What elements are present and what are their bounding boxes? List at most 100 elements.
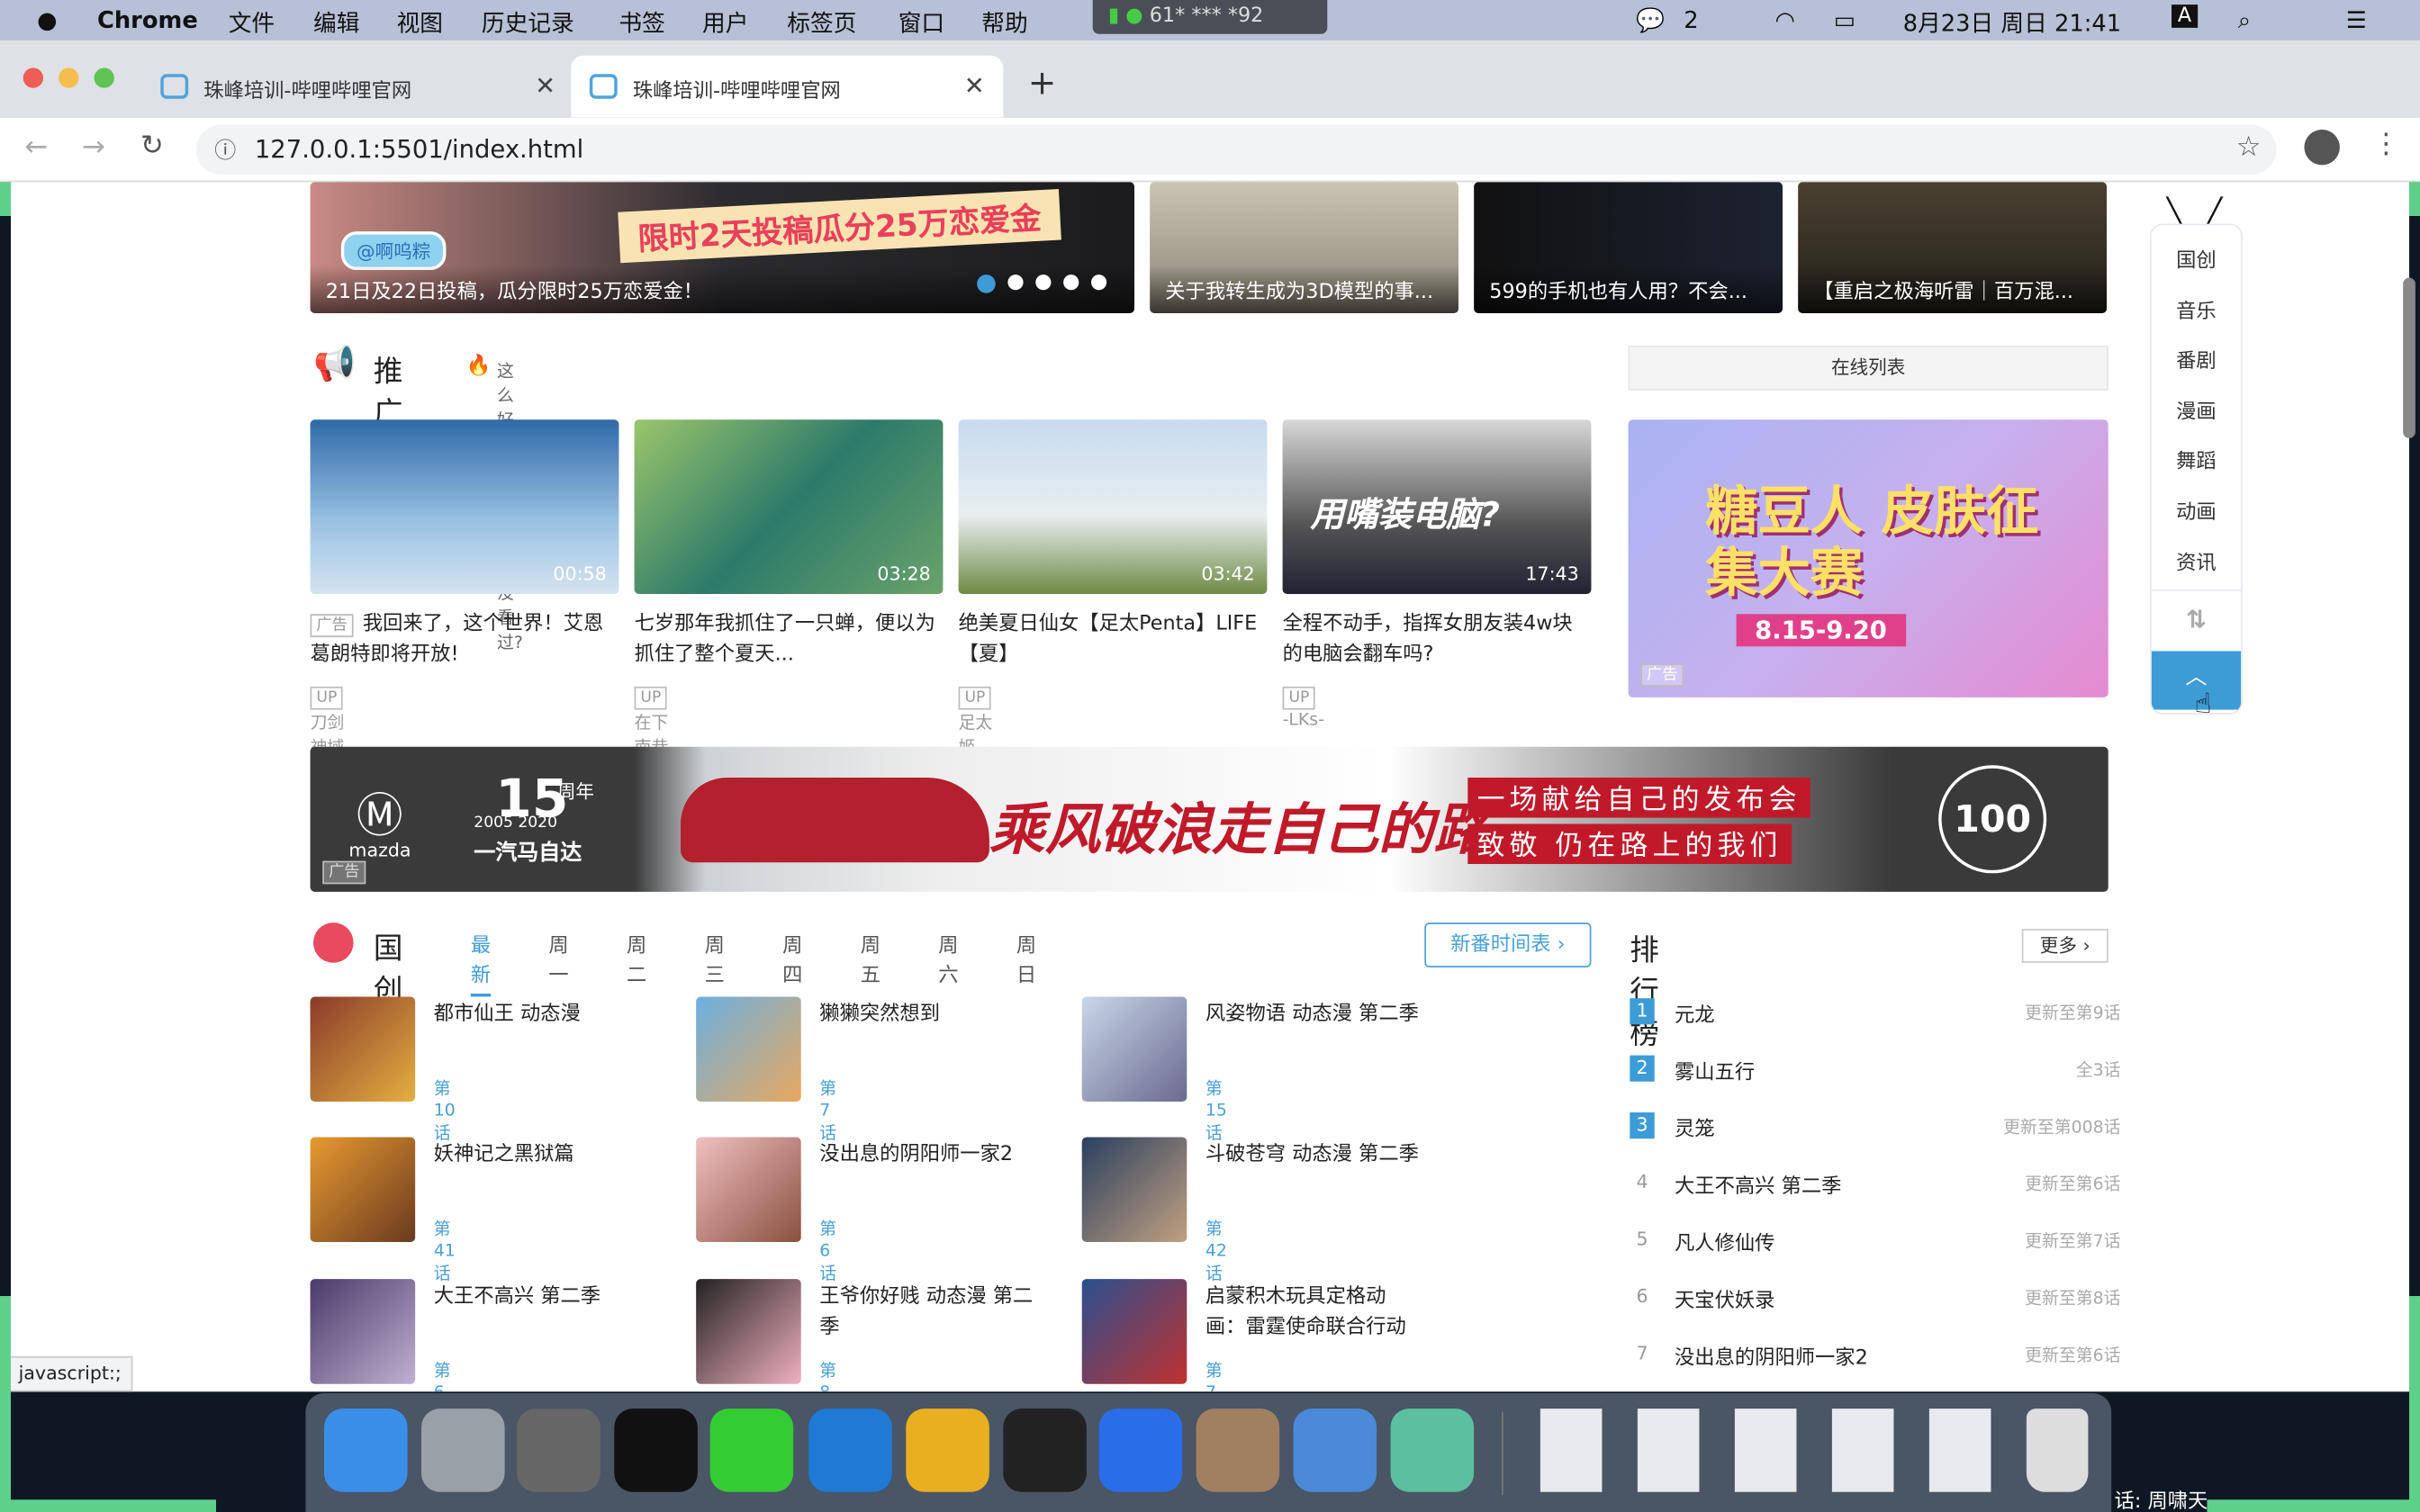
banner-card[interactable]: 关于我转生成为3D模型的事... bbox=[1150, 182, 1459, 314]
anime-cover[interactable] bbox=[310, 1279, 416, 1384]
guochuang-tab[interactable]: 周五 bbox=[861, 929, 880, 987]
video-title[interactable]: 绝美夏日仙女【足太Penta】LIFE【夏】 bbox=[959, 609, 1260, 671]
preview-icon[interactable] bbox=[1196, 1408, 1280, 1492]
document-thumbnail-icon[interactable] bbox=[1928, 1408, 1991, 1492]
video-thumbnail[interactable]: 00:58 bbox=[310, 419, 619, 595]
menu-bookmarks[interactable]: 书签 bbox=[619, 6, 664, 39]
online-list-button[interactable]: 在线列表 bbox=[1628, 346, 2108, 391]
anime-episode[interactable]: 第10话 bbox=[434, 1076, 456, 1145]
ranking-row[interactable]: 6 天宝伏妖录 更新至第8话 bbox=[1630, 1283, 2120, 1314]
anime-episode[interactable]: 第7话 bbox=[819, 1076, 836, 1145]
anime-title[interactable]: 大王不高兴 第二季 bbox=[434, 1282, 650, 1313]
chrome-icon[interactable] bbox=[906, 1408, 989, 1492]
guochuang-tab[interactable]: 周六 bbox=[938, 929, 958, 987]
side-ad-banner[interactable]: 糖豆人 皮肤征集大赛 8.15-9.20 广告 bbox=[1628, 419, 2108, 698]
sidenav-item[interactable]: 动画 bbox=[2152, 489, 2241, 539]
wechat-icon[interactable] bbox=[709, 1408, 794, 1492]
anime-episode[interactable]: 第8话 bbox=[819, 1358, 836, 1391]
video-title[interactable]: 七岁那年我抓住了一只蝉，便以为抓住了整个夏天... bbox=[635, 609, 935, 671]
finder-icon[interactable] bbox=[324, 1408, 408, 1492]
ev-recorder-icon[interactable] bbox=[1390, 1408, 1475, 1492]
anime-title[interactable]: 獭獭突然想到 bbox=[819, 1000, 1035, 1030]
sidenav-item[interactable]: 国创 bbox=[2152, 238, 2241, 288]
video-title[interactable]: 广告 我回来了，这个世界！艾恩葛朗特即将开放! bbox=[310, 609, 611, 671]
anime-episode[interactable]: 第42话 bbox=[1205, 1216, 1227, 1285]
document-thumbnail-icon[interactable] bbox=[1734, 1408, 1797, 1492]
profile-avatar-icon[interactable] bbox=[2304, 130, 2340, 166]
system-preferences-icon[interactable] bbox=[517, 1408, 600, 1492]
anime-cover[interactable] bbox=[310, 1137, 416, 1243]
rank-title[interactable]: 灵笼 bbox=[1675, 1112, 1715, 1142]
apple-icon[interactable]: ● bbox=[37, 6, 57, 34]
input-method[interactable]: A bbox=[2172, 4, 2199, 28]
menu-file[interactable]: 文件 bbox=[229, 6, 275, 39]
video-thumbnail[interactable]: 03:42 bbox=[958, 419, 1268, 595]
page-scrollbar-thumb[interactable] bbox=[2403, 277, 2415, 438]
document-thumbnail-icon[interactable] bbox=[1540, 1408, 1603, 1492]
clock[interactable]: 8月23日 周日 21:41 bbox=[1903, 6, 2121, 39]
video-title[interactable]: 全程不动手，指挥女朋友装4w块的电脑会翻车吗? bbox=[1283, 609, 1584, 671]
video-uploader[interactable]: UP-LKs- bbox=[1282, 686, 1325, 730]
close-tab-icon[interactable]: ✕ bbox=[535, 71, 555, 101]
sidenav-item[interactable]: 舞蹈 bbox=[2152, 439, 2241, 490]
menu-people[interactable]: 用户 bbox=[702, 6, 748, 39]
vscode-icon[interactable] bbox=[808, 1408, 892, 1492]
anime-title[interactable]: 妖神记之黑狱篇 bbox=[434, 1140, 650, 1171]
sidenav-item[interactable]: 音乐 bbox=[2152, 288, 2241, 338]
banner-card[interactable]: 599的手机也有人用？不会... bbox=[1474, 182, 1783, 314]
maximize-window-button[interactable] bbox=[94, 68, 114, 88]
reload-icon[interactable]: ↻ bbox=[140, 130, 164, 162]
ranking-row[interactable]: 1 元龙 更新至第9话 bbox=[1630, 998, 2120, 1029]
anime-episode[interactable]: 第6话 bbox=[434, 1358, 451, 1391]
document-thumbnail-icon[interactable] bbox=[1637, 1408, 1700, 1492]
ranking-row[interactable]: 7 没出息的阴阳师一家2 更新至第6话 bbox=[1630, 1341, 2120, 1372]
sidenav-item[interactable]: 漫画 bbox=[2152, 389, 2241, 439]
minimize-window-button[interactable] bbox=[59, 68, 79, 88]
carousel-dot[interactable] bbox=[1091, 274, 1107, 291]
anime-cover[interactable] bbox=[696, 996, 801, 1102]
guochuang-tab[interactable]: 周日 bbox=[1016, 929, 1036, 987]
launchpad-icon[interactable] bbox=[421, 1408, 505, 1492]
anime-episode[interactable]: 第15话 bbox=[1205, 1076, 1227, 1145]
rank-title[interactable]: 雾山五行 bbox=[1675, 1056, 1755, 1084]
guochuang-tab[interactable]: 周一 bbox=[548, 929, 568, 987]
rank-title[interactable]: 没出息的阴阳师一家2 bbox=[1675, 1341, 1868, 1371]
palette-icon[interactable] bbox=[1293, 1408, 1377, 1492]
qq-icon[interactable] bbox=[614, 1408, 698, 1492]
rank-title[interactable]: 元龙 bbox=[1675, 998, 1715, 1028]
sidenav-item[interactable]: 番剧 bbox=[2152, 338, 2241, 389]
battery-icon[interactable]: ▭ bbox=[1834, 6, 1856, 34]
new-tab-button[interactable]: + bbox=[1028, 65, 1057, 104]
guochuang-tab[interactable]: 周二 bbox=[627, 929, 646, 987]
anime-title[interactable]: 斗破苍穹 动态漫 第二季 bbox=[1205, 1140, 1422, 1171]
carousel-dot[interactable] bbox=[1035, 274, 1052, 291]
spotlight-icon[interactable]: ⌕ bbox=[2238, 6, 2251, 34]
wifi-icon[interactable]: ◠ bbox=[1774, 6, 1794, 34]
anime-cover[interactable] bbox=[696, 1279, 801, 1384]
anime-episode[interactable]: 第6话 bbox=[819, 1216, 836, 1285]
close-tab-icon[interactable]: ✕ bbox=[964, 71, 985, 101]
info-icon[interactable]: ⓘ bbox=[214, 134, 236, 165]
anime-episode[interactable]: 第41话 bbox=[434, 1216, 456, 1285]
menu-tab[interactable]: 标签页 bbox=[787, 6, 856, 39]
menu-view[interactable]: 视图 bbox=[397, 6, 443, 39]
ranking-row[interactable]: 5 凡人修仙传 更新至第7话 bbox=[1630, 1227, 2120, 1257]
video-thumbnail[interactable]: 用嘴装电脑? 17:43 bbox=[1282, 419, 1592, 595]
sort-arrows-icon[interactable]: ⇅ bbox=[2151, 590, 2242, 652]
main-banner[interactable]: 限时2天投稿瓜分25万恋爱金 @啊呜粽 21日及22日投稿，瓜分限时25万恋爱金… bbox=[310, 182, 1135, 314]
ranking-more-button[interactable]: 更多 › bbox=[2021, 929, 2108, 963]
browser-tab-active[interactable]: 珠峰培训-哔哩哔哩官网 ✕ bbox=[571, 55, 1004, 118]
back-icon[interactable]: ← bbox=[24, 131, 48, 164]
carousel-dot[interactable] bbox=[1063, 274, 1079, 291]
anime-title[interactable]: 都市仙王 动态漫 bbox=[434, 1000, 650, 1030]
anime-title[interactable]: 没出息的阴阳师一家2 bbox=[819, 1140, 1035, 1171]
ranking-row[interactable]: 3 灵笼 更新至第008话 bbox=[1630, 1112, 2120, 1143]
schedule-button[interactable]: 新番时间表 › bbox=[1424, 922, 1592, 968]
browser-tab[interactable]: 珠峰培训-哔哩哔哩官网 ✕ bbox=[142, 56, 574, 118]
mazda-ad-banner[interactable]: Ⓜ mazda 15 周年 2005 2020 一汽马自达 乘风破浪走自己的路 … bbox=[310, 746, 2108, 892]
rank-title[interactable]: 凡人修仙传 bbox=[1675, 1227, 1774, 1256]
anime-title[interactable]: 风姿物语 动态漫 第二季 bbox=[1205, 1000, 1422, 1030]
video-thumbnail[interactable]: 03:28 bbox=[634, 419, 944, 595]
anime-title[interactable]: 王爷你好贱 动态漫 第二季 bbox=[819, 1282, 1035, 1345]
carousel-dot[interactable] bbox=[1007, 274, 1024, 291]
